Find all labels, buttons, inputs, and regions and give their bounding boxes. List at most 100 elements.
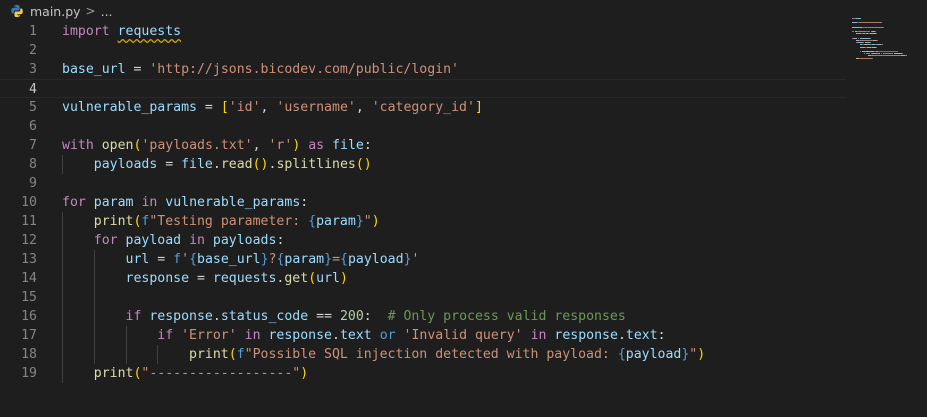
code-line[interactable]: 17 if 'Error' in response.text or 'Invali… — [0, 326, 846, 345]
code-line[interactable]: 19 print("------------------") — [0, 364, 846, 383]
line-number: 9 — [29, 176, 37, 191]
code-line[interactable]: 11 print(f"Testing parameter: {param}") — [0, 212, 846, 231]
minimap-stroke — [869, 42, 871, 44]
code-text: vulnerable_params = ['id', 'username', '… — [62, 98, 483, 117]
code-line[interactable]: 9 — [0, 174, 846, 193]
code-token: if — [125, 309, 142, 324]
code-text: for param in vulnerable_params: — [62, 193, 308, 212]
code-token: payload — [625, 347, 682, 362]
line-number: 5 — [29, 100, 37, 115]
indent-guide — [62, 155, 63, 174]
code-text: print(f"Testing parameter: {param}") — [94, 212, 380, 231]
code-area[interactable]: 1 import requests 2 3 base_url = 'http://jso… — [0, 22, 846, 383]
indent-guide — [157, 345, 159, 364]
breadcrumb-file[interactable]: main.py — [30, 4, 81, 19]
code-line[interactable]: 18 print(f"Possible SQL injection detecte… — [0, 345, 846, 364]
code-token: () — [355, 157, 372, 172]
code-token: 'r' — [268, 138, 293, 153]
code-token: , — [260, 100, 277, 115]
minimap-stroke — [906, 55, 908, 57]
code-text: if response.status_code == 200: # Only p… — [126, 307, 626, 326]
code-token: for — [93, 233, 118, 248]
code-line[interactable]: 2 — [0, 41, 846, 60]
line-number: 14 — [21, 271, 37, 286]
minimap-stroke — [876, 46, 878, 48]
code-line[interactable]: 8 payloads = file.read().splitlines() — [0, 155, 846, 174]
line-number: 6 — [29, 119, 37, 134]
minimap[interactable] — [852, 18, 922, 78]
code-text: with open('payloads.txt', 'r') as file: — [62, 136, 372, 155]
code-token: response — [554, 328, 618, 343]
indent-guide — [62, 212, 63, 231]
code-token: ( — [308, 271, 317, 286]
code-token: ( — [228, 347, 237, 362]
code-editor[interactable]: main.py > ... 1 import requests 2 3 base_url… — [0, 0, 927, 417]
indent-guide — [125, 326, 127, 345]
code-line[interactable]: 12 for payload in payloads: — [0, 231, 846, 250]
code-token: } — [324, 252, 333, 267]
code-token: print — [189, 347, 229, 362]
indent-guide — [62, 326, 63, 345]
code-token: , — [355, 100, 372, 115]
code-token: base_url — [197, 252, 261, 267]
indent-guide — [93, 250, 95, 269]
code-token: . — [212, 157, 221, 172]
code-token: response — [125, 271, 190, 286]
code-line[interactable]: 14 response = requests.get(url) — [0, 269, 846, 288]
line-number: 7 — [29, 138, 37, 153]
code-token: : — [276, 233, 285, 248]
breadcrumb: main.py > ... — [0, 0, 927, 22]
code-line[interactable]: 10 for param in vulnerable_params: — [0, 193, 846, 212]
line-number: 12 — [21, 233, 37, 248]
code-token: = — [189, 271, 213, 286]
code-line[interactable]: 5 vulnerable_params = ['id', 'username', … — [0, 98, 846, 117]
indent-guide — [62, 364, 63, 383]
code-line[interactable]: 15 — [0, 288, 846, 307]
minimap-stroke — [852, 26, 863, 28]
code-token: { — [189, 252, 198, 267]
code-token: 'http://jsons.bicodev.com/public/login' — [149, 62, 460, 77]
code-token: as — [308, 138, 325, 153]
code-token: in — [530, 328, 547, 343]
code-line[interactable]: 16 if response.status_code == 200: # Only… — [0, 307, 846, 326]
minimap-stroke — [882, 53, 892, 55]
code-token: ' — [411, 252, 420, 267]
code-token: import — [62, 24, 110, 39]
breadcrumb-more[interactable]: ... — [101, 4, 113, 19]
indent-guide — [62, 231, 63, 250]
code-token: . — [617, 328, 626, 343]
code-line[interactable]: 6 — [0, 117, 846, 136]
minimap-stroke — [858, 42, 863, 44]
code-line[interactable]: 4 — [0, 79, 846, 98]
code-line[interactable]: 13 url = f'{base_url}?{param}={payload}' — [0, 250, 846, 269]
code-token: param — [284, 252, 325, 267]
code-text: if 'Error' in response.text or 'Invalid … — [157, 326, 665, 345]
code-token: for — [62, 195, 86, 210]
code-token: payload — [347, 252, 404, 267]
minimap-stroke — [874, 31, 876, 33]
minimap-stroke — [877, 40, 878, 41]
code-token: ) — [697, 347, 706, 362]
code-line[interactable]: 3 base_url = 'http://jsons.bicodev.com/pu… — [0, 60, 846, 79]
code-line[interactable]: 7 with open('payloads.txt', 'r') as file: — [0, 136, 846, 155]
code-token: 'username' — [276, 100, 356, 115]
line-number: 19 — [21, 366, 37, 381]
code-token: ' — [181, 252, 190, 267]
indent-guide — [93, 345, 95, 364]
code-text: import requests — [62, 22, 181, 41]
code-token: get — [284, 271, 309, 286]
indent-guide — [93, 269, 95, 288]
indent-guide — [62, 269, 63, 288]
code-token: vulnerable_params — [165, 195, 301, 210]
minimap-stroke — [867, 51, 874, 52]
indent-guide — [62, 307, 63, 326]
code-token: . — [332, 328, 340, 343]
code-token: f — [173, 252, 182, 267]
code-token: [ — [220, 100, 229, 115]
code-line[interactable]: 1 import requests — [0, 22, 846, 41]
